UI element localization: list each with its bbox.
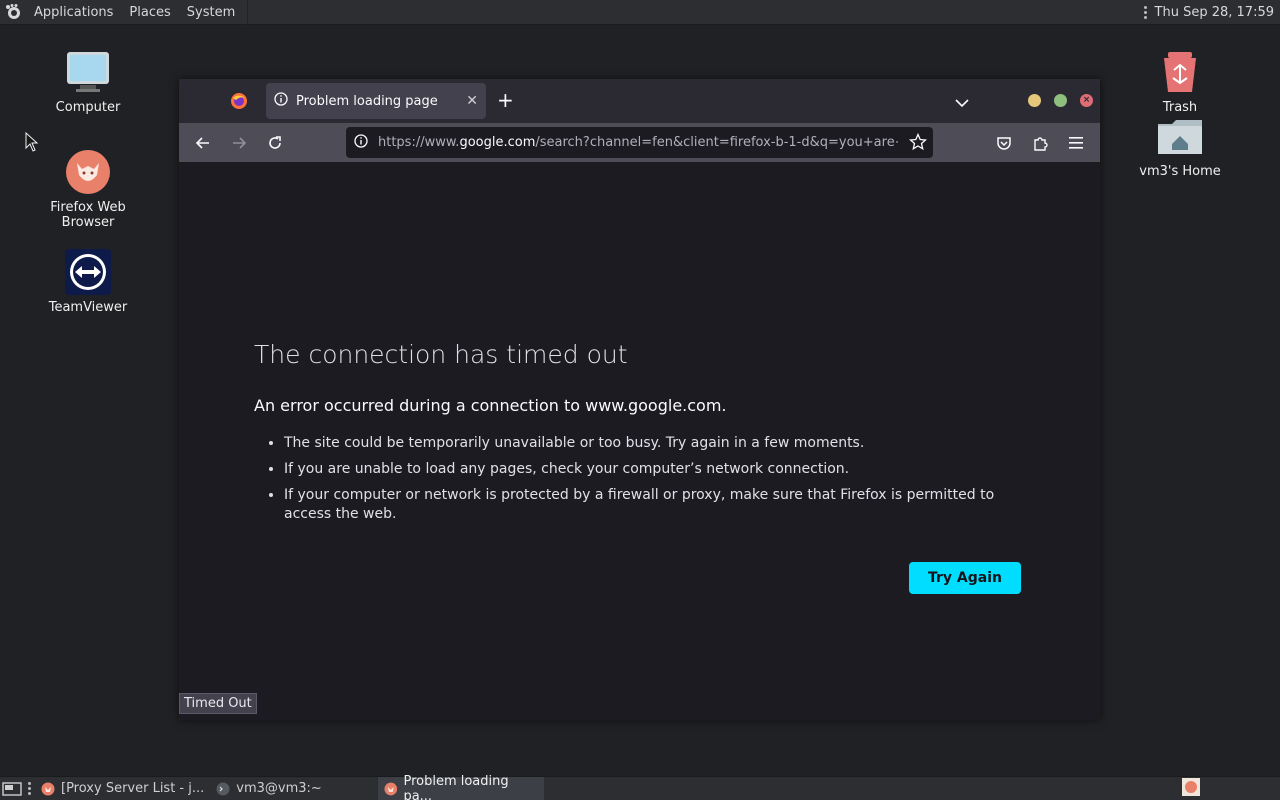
menu-applications[interactable]: Applications (26, 0, 121, 25)
desktop-icon-home[interactable]: vm3's Home (1115, 112, 1245, 179)
desktop-icon-teamviewer[interactable]: TeamViewer (23, 248, 153, 315)
firefox-icon (1182, 777, 1200, 796)
bookmark-star-icon[interactable] (908, 132, 928, 155)
tab-bar: Problem loading page ✕ + × (179, 79, 1100, 123)
hamburger-menu-icon[interactable] (1066, 133, 1086, 153)
firefox-view-button[interactable] (221, 83, 257, 119)
menu-system[interactable]: System (179, 0, 243, 25)
taskbar-item-problem-loading[interactable]: Problem loading pa... (377, 773, 544, 800)
try-again-button[interactable]: Try Again (909, 562, 1021, 594)
desktop-icon-label: Computer (55, 100, 121, 115)
terminal-icon (216, 782, 230, 795)
chevron-down-icon[interactable] (955, 93, 969, 112)
pocket-icon[interactable] (994, 133, 1014, 153)
top-panel: Applications Places System Thu Sep 28, 1… (0, 0, 1280, 25)
navigation-bar: https://www.google.com/search?channel=fe… (179, 123, 1100, 162)
url-host: google.com (459, 135, 536, 150)
desktop-icon-label: vm3's Home (1139, 164, 1221, 179)
url-path: /search?channel=fen&client=firefox-b-1-d… (535, 135, 898, 150)
taskbar-item-terminal[interactable]: vm3@vm3:~ (210, 777, 328, 800)
url-prefix: https://www. (378, 135, 460, 150)
desktop-icon-computer[interactable]: Computer (23, 48, 153, 115)
page-content: The connection has timed out An error oc… (179, 162, 1100, 720)
firefox-icon (231, 93, 247, 109)
list-item: The site could be temporarily unavailabl… (284, 434, 1029, 453)
desktop-icon-label: TeamViewer (48, 300, 128, 315)
error-title: The connection has timed out (254, 340, 628, 369)
forward-arrow-icon[interactable] (229, 133, 249, 153)
taskbar-item-proxy-list[interactable]: [Proxy Server List - j... (35, 777, 210, 800)
new-tab-button[interactable]: + (497, 89, 514, 111)
close-tab-icon[interactable]: ✕ (466, 93, 478, 109)
taskbar-item-label: [Proxy Server List - j... (61, 781, 205, 796)
error-short-desc: An error occurred during a connection to… (254, 396, 727, 415)
firefox-icon (384, 782, 397, 795)
menu-places[interactable]: Places (121, 0, 178, 25)
tab-problem-loading[interactable]: Problem loading page ✕ (266, 83, 486, 119)
url-text[interactable]: https://www.google.com/search?channel=fe… (378, 135, 898, 150)
url-bar[interactable]: https://www.google.com/search?channel=fe… (346, 127, 933, 158)
error-suggestions: The site could be temporarily unavailabl… (269, 434, 1029, 531)
tab-title: Problem loading page (296, 93, 438, 109)
panel-handle-icon[interactable] (1143, 5, 1147, 19)
panel-separator (247, 0, 249, 25)
list-item: If your computer or network is protected… (284, 486, 1029, 524)
trash-icon (1156, 48, 1204, 96)
teamviewer-icon (64, 248, 112, 296)
extensions-puzzle-icon[interactable] (1030, 133, 1050, 153)
status-panel: Timed Out (179, 693, 257, 714)
desktop-icon-firefox[interactable]: Firefox Web Browser (23, 148, 153, 230)
maximize-button[interactable] (1054, 94, 1067, 107)
close-window-button[interactable]: × (1080, 94, 1093, 107)
taskbar-item-label: Problem loading pa... (403, 773, 509, 800)
clock[interactable]: Thu Sep 28, 17:59 (1155, 5, 1274, 20)
gnome-foot-icon[interactable] (0, 0, 26, 25)
show-desktop-icon[interactable] (0, 777, 24, 800)
mouse-pointer-icon (25, 131, 39, 156)
taskbar-handle-icon[interactable] (28, 782, 31, 795)
browser-window: Problem loading page ✕ + × https://www.g… (179, 79, 1100, 720)
back-arrow-icon[interactable] (193, 133, 213, 153)
desktop-icon-label: Firefox Web Browser (50, 200, 126, 230)
info-icon (274, 92, 288, 110)
desktop-icon-trash[interactable]: Trash (1115, 48, 1245, 115)
workspace-switcher[interactable] (1182, 777, 1200, 800)
minimize-button[interactable] (1028, 94, 1041, 107)
site-info-icon[interactable] (354, 133, 368, 152)
firefox-icon (64, 148, 112, 196)
computer-icon (64, 48, 112, 96)
reload-icon[interactable] (265, 133, 285, 153)
bottom-taskbar: [Proxy Server List - j... vm3@vm3:~ Prob… (0, 773, 1280, 800)
firefox-icon (41, 782, 55, 795)
home-folder-icon (1156, 112, 1204, 160)
list-item: If you are unable to load any pages, che… (284, 460, 1029, 479)
taskbar-item-label: vm3@vm3:~ (236, 781, 322, 796)
